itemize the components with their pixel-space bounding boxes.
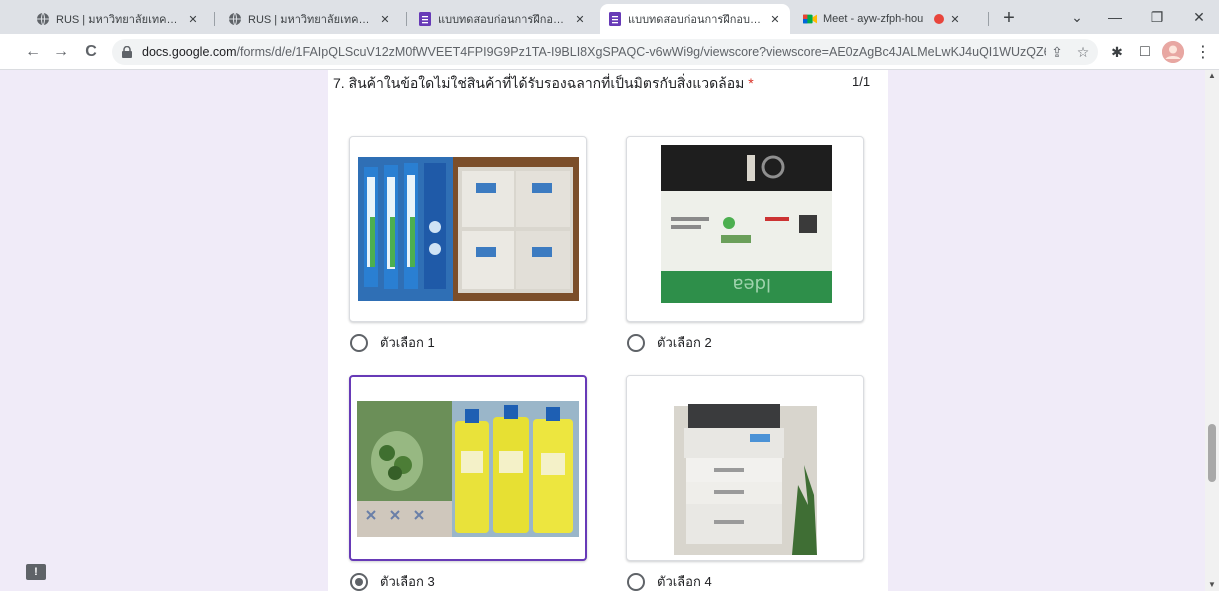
option-4-row[interactable]: ตัวเลือก 4 [627, 571, 712, 591]
page-scrollbar[interactable]: ▲ ▼ [1205, 70, 1219, 591]
url-host: docs.google.com [142, 45, 237, 59]
tab-close-icon[interactable]: ✕ [573, 12, 587, 26]
google-forms-icon [608, 12, 622, 26]
url-path: /forms/d/e/1FAIpQLScuV12zM0fWVEET4FPI9G9… [236, 45, 1046, 59]
new-tab-button[interactable]: + [996, 6, 1022, 30]
option-4-label: ตัวเลือก 4 [657, 574, 712, 589]
tab-search-button[interactable]: ⌄ [1062, 4, 1092, 30]
option-1-image [358, 157, 579, 301]
option-2-radio[interactable] [627, 333, 645, 352]
tab-rus-2[interactable]: RUS | มหาวิทยาลัยเทคโนโลยีราชม ✕ [220, 4, 400, 34]
restore-button[interactable]: ❐ [1142, 4, 1172, 30]
option-2-row[interactable]: ตัวเลือก 2 [627, 332, 712, 353]
option-3-radio[interactable] [350, 572, 368, 591]
option-1-label: ตัวเลือก 1 [380, 335, 435, 350]
option-3-label: ตัวเลือก 3 [380, 574, 435, 589]
option-3-image [357, 401, 579, 537]
feedback-icon[interactable]: ! [26, 564, 46, 580]
tab-divider [214, 12, 215, 26]
scroll-down-arrow[interactable]: ▼ [1208, 581, 1216, 589]
globe-icon [36, 12, 50, 26]
option-2-label: ตัวเลือก 2 [657, 335, 712, 350]
bookmark-star-icon[interactable]: ☆ [1072, 41, 1094, 63]
option-4-radio[interactable] [627, 572, 645, 591]
tab-close-icon[interactable]: ✕ [378, 12, 392, 26]
option-2-image-card[interactable]: ldea [626, 136, 864, 322]
tab-close-icon[interactable]: ✕ [768, 12, 782, 26]
forward-button[interactable]: → [50, 41, 72, 63]
option-2-image: ldea [661, 145, 832, 303]
side-panel-icon[interactable]: □ [1134, 41, 1156, 63]
browser-toolbar: ← → C docs.google.com/forms/d/e/1FAIpQLS… [0, 34, 1219, 70]
address-bar[interactable]: docs.google.com/forms/d/e/1FAIpQLScuV12z… [112, 39, 1098, 65]
option-1-image-card[interactable] [349, 136, 587, 322]
option-3-row[interactable]: ตัวเลือก 3 [350, 571, 435, 591]
tab-meet[interactable]: Meet - ayw-zfph-hou ✕ [795, 4, 970, 34]
tab-rus-1[interactable]: RUS | มหาวิทยาลัยเทคโนโลยีราชม ✕ [28, 4, 208, 34]
lock-icon [122, 46, 134, 58]
tab-title: RUS | มหาวิทยาลัยเทคโนโลยีราชม [248, 14, 374, 26]
option-1-radio[interactable] [350, 333, 368, 352]
globe-icon [228, 12, 242, 26]
question-text: 7. สินค้าในข้อใดไม่ใช่สินค้าที่ได้รับรอง… [333, 75, 745, 91]
page-content: 7. สินค้าในข้อใดไม่ใช่สินค้าที่ได้รับรอง… [0, 70, 1219, 591]
window-close-button[interactable]: ✕ [1184, 4, 1214, 30]
tab-title: Meet - ayw-zfph-hou [823, 13, 924, 25]
option-4-image [674, 382, 817, 555]
tab-strip: RUS | มหาวิทยาลัยเทคโนโลยีราชม ✕ RUS | ม… [0, 0, 1219, 34]
tab-title: แบบทดสอบก่อนการฝึกอบรม เรื่อง [628, 14, 764, 26]
tab-forms-1[interactable]: แบบทดสอบก่อนการฝึกอบรม เรื่อง ✕ [410, 4, 595, 34]
google-meet-icon [803, 12, 817, 26]
tab-divider [988, 12, 989, 26]
back-button[interactable]: ← [22, 41, 44, 63]
minimize-button[interactable]: — [1100, 4, 1130, 30]
profile-avatar[interactable] [1162, 41, 1184, 63]
tab-divider [406, 12, 407, 26]
option-1-row[interactable]: ตัวเลือก 1 [350, 332, 435, 353]
question-score: 1/1 [852, 74, 871, 89]
tab-title: แบบทดสอบก่อนการฝึกอบรม เรื่อง [438, 14, 569, 26]
tab-forms-active[interactable]: แบบทดสอบก่อนการฝึกอบรม เรื่อง ✕ [600, 4, 790, 34]
extensions-icon[interactable]: ✱ [1106, 41, 1128, 63]
svg-text:ldea: ldea [732, 274, 771, 295]
option-4-image-card[interactable] [626, 375, 864, 561]
required-mark: * [748, 75, 754, 91]
tab-close-icon[interactable]: ✕ [948, 12, 962, 26]
recording-icon [934, 14, 944, 24]
scroll-thumb[interactable] [1208, 424, 1216, 482]
url-text: docs.google.com/forms/d/e/1FAIpQLScuV12z… [142, 45, 1046, 59]
option-3-image-card[interactable] [349, 375, 587, 561]
scroll-up-arrow[interactable]: ▲ [1208, 72, 1216, 80]
reload-button[interactable]: C [80, 41, 102, 63]
tab-close-icon[interactable]: ✕ [186, 12, 200, 26]
question-title: 7. สินค้าในข้อใดไม่ใช่สินค้าที่ได้รับรอง… [333, 73, 754, 95]
google-forms-icon [418, 12, 432, 26]
share-icon[interactable]: ⇪ [1046, 41, 1068, 63]
browser-menu-icon[interactable]: ⋮ [1192, 41, 1214, 63]
tab-title: RUS | มหาวิทยาลัยเทคโนโลยีราชม [56, 14, 182, 26]
